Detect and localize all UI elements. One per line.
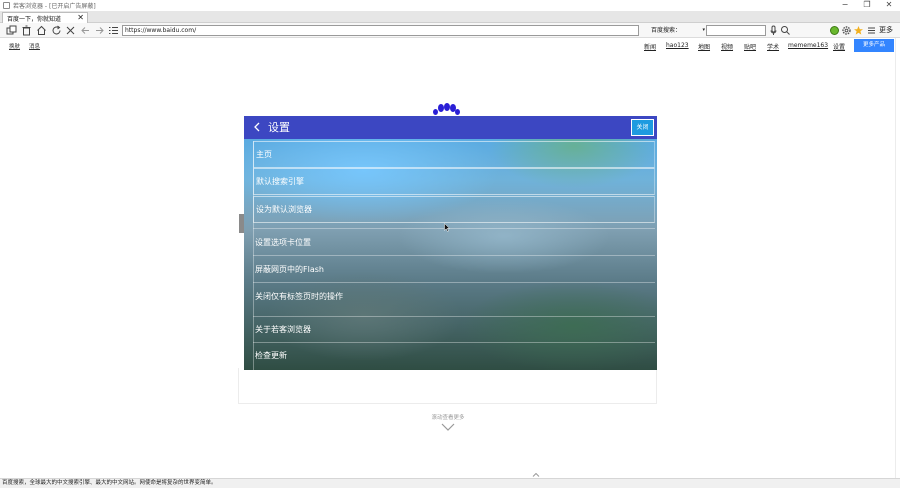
nav-settings-link[interactable]: 设置 — [833, 42, 845, 51]
bookmarks-icon[interactable] — [108, 25, 119, 36]
address-bar[interactable]: https://www.baidu.com/ — [122, 25, 639, 36]
settings-item-label: 检查更新 — [255, 351, 287, 360]
see-more-text: 滚动查看更多 — [431, 415, 465, 421]
more-products-button[interactable]: 更多产品 — [854, 39, 894, 52]
settings-item-label: 关闭仅有标签页时的操作 — [255, 292, 343, 301]
settings-item-label: 关于若客浏览器 — [255, 325, 311, 334]
window-title: 若客浏览器 - [已开启广告屏蔽] — [13, 3, 96, 10]
settings-dialog: 设置 关闭 主页 默认搜索引擎 设为默认浏览器 设置选项卡位置 屏蔽网页中的Fl… — [244, 116, 657, 370]
settings-item-homepage[interactable]: 主页 — [253, 141, 655, 168]
nav-user-link[interactable]: mememe163 — [788, 42, 828, 49]
chevron-down-icon[interactable] — [441, 422, 455, 432]
app-icon — [3, 2, 10, 9]
settings-dialog-header: 设置 关闭 — [244, 116, 657, 139]
home-icon[interactable] — [36, 25, 47, 36]
refresh-icon[interactable] — [51, 25, 62, 36]
content-box — [238, 368, 657, 404]
browser-toolbar: https://www.baidu.com/ 百度搜索： ▾ 更多 — [0, 23, 900, 38]
tab-strip: 百度一下，你就知道 ✕ — [0, 11, 900, 23]
search-input[interactable] — [706, 25, 766, 36]
stop-icon[interactable] — [65, 25, 76, 36]
title-bar: 若客浏览器 - [已开启广告屏蔽] − ❐ ✕ — [0, 0, 900, 11]
back-arrow-icon[interactable] — [252, 120, 262, 134]
nav-hao123-link[interactable]: hao123 — [666, 42, 689, 49]
settings-item-label: 默认搜索引擎 — [256, 177, 304, 186]
mouse-cursor — [444, 222, 451, 232]
microphone-icon[interactable] — [768, 25, 779, 36]
chevron-down-icon: ▾ — [702, 27, 705, 33]
baidu-top-nav: 换肤 消息 新闻 hao123 地图 视频 贴吧 学术 mememe163 设置… — [0, 38, 900, 54]
menu-icon[interactable] — [866, 25, 877, 36]
settings-item-last-tab-close[interactable]: 关闭仅有标签页时的操作 — [253, 282, 655, 310]
nav-message-link[interactable]: 消息 — [29, 42, 40, 50]
nav-skin-link[interactable]: 换肤 — [9, 42, 20, 50]
maximize-button[interactable]: ❐ — [856, 0, 878, 11]
minimize-button[interactable]: − — [834, 0, 856, 11]
nav-tieba-link[interactable]: 贴吧 — [744, 42, 756, 51]
more-label[interactable]: 更多 — [879, 25, 893, 36]
settings-item-block-flash[interactable]: 屏蔽网页中的Flash — [253, 255, 655, 282]
settings-item-check-update[interactable]: 检查更新 — [253, 342, 655, 368]
new-window-icon[interactable] — [6, 25, 17, 36]
settings-item-label: 设为默认浏览器 — [256, 205, 312, 214]
gear-icon[interactable] — [841, 25, 852, 36]
nav-video-link[interactable]: 视频 — [721, 42, 733, 51]
settings-item-about[interactable]: 关于若客浏览器 — [253, 316, 655, 342]
settings-item-label: 屏蔽网页中的Flash — [255, 264, 324, 274]
close-window-button[interactable]: ✕ — [878, 0, 900, 11]
trash-icon[interactable] — [21, 25, 32, 36]
status-bar: 百度搜索，全球最大的中文搜索引擎、最大的中文网站。网使命是将复杂的世界变简单。 — [0, 478, 900, 488]
star-icon[interactable] — [853, 25, 864, 36]
back-icon[interactable] — [80, 25, 91, 36]
nav-news-link[interactable]: 新闻 — [644, 42, 656, 51]
settings-item-tab-position[interactable]: 设置选项卡位置 — [253, 228, 655, 255]
tab-baidu[interactable]: 百度一下，你就知道 ✕ — [2, 12, 88, 23]
forward-icon[interactable] — [94, 25, 105, 36]
search-engine-label: 百度搜索： — [651, 27, 682, 34]
settings-item-default-browser[interactable]: 设为默认浏览器 — [253, 196, 655, 223]
settings-close-button[interactable]: 关闭 — [631, 119, 654, 136]
window-controls: − ❐ ✕ — [834, 0, 900, 11]
page-scrollbar[interactable] — [895, 38, 900, 478]
tab-close-icon[interactable]: ✕ — [77, 13, 84, 23]
green-ball-icon[interactable] — [829, 25, 840, 36]
settings-item-label: 主页 — [256, 150, 272, 159]
settings-item-label: 设置选项卡位置 — [255, 237, 311, 247]
search-engine-select[interactable]: 百度搜索： ▾ — [651, 25, 705, 36]
nav-xueshu-link[interactable]: 学术 — [767, 42, 779, 51]
settings-dialog-title: 设置 — [268, 121, 290, 134]
settings-item-default-search[interactable]: 默认搜索引擎 — [253, 168, 655, 195]
tab-label: 百度一下，你就知道 — [7, 15, 62, 23]
nav-map-link[interactable]: 地图 — [698, 42, 710, 51]
search-icon[interactable] — [780, 25, 791, 36]
